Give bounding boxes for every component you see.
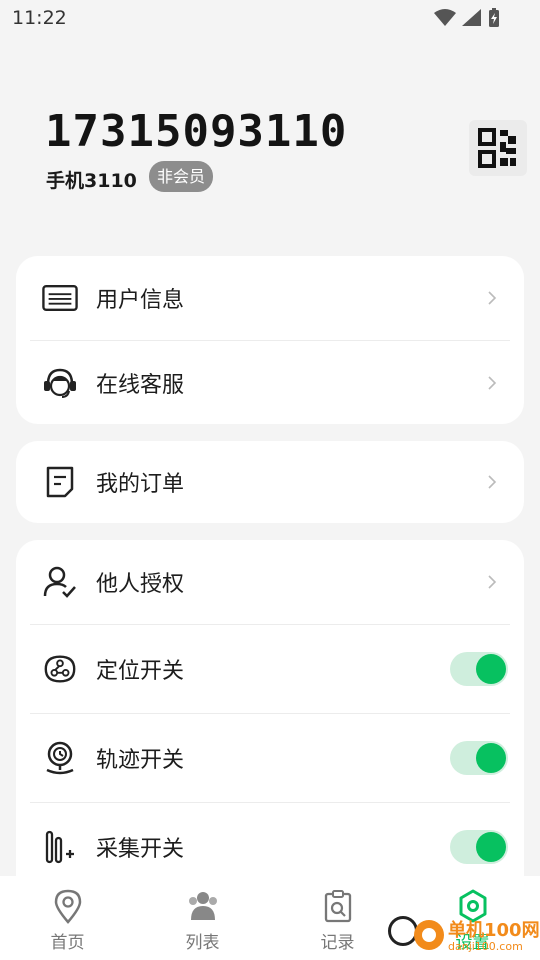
location-pin-icon [50,888,86,924]
watermark-circle [414,920,444,950]
menu-item-location-switch: 定位开关 [16,625,524,713]
profile-header: 17315093110 手机3110 非会员 [0,100,540,210]
menu-item-label: 用户信息 [96,288,185,313]
tab-label: 首页 [50,933,85,953]
chevron-right-icon [488,291,497,305]
qr-code-icon [478,128,516,168]
wifi-icon [434,9,456,26]
collect-toggle[interactable] [450,830,508,864]
id-card-icon [42,280,78,316]
user-check-icon [42,564,78,600]
collect-icon [42,829,78,865]
watermark-url: danji100.com [448,940,523,953]
chevron-right-icon [488,575,497,589]
menu-card-settings: 他人授权 定位开关 轨迹开关 采集开关 [16,540,524,900]
tab-label: 记录 [320,933,355,953]
menu-item-label: 定位开关 [96,659,185,684]
membership-badge: 非会员 [149,161,214,192]
tab-label: 列表 [185,933,220,953]
toggle-knob [476,743,506,773]
menu-item-authorize-others[interactable]: 他人授权 [16,540,524,624]
toggle-knob [476,654,506,684]
signal-icon [462,9,481,26]
tab-records[interactable]: 记录 [270,876,405,960]
menu-item-track-switch: 轨迹开关 [16,714,524,802]
menu-item-user-info[interactable]: 用户信息 [16,256,524,340]
nickname: 手机3110 [46,170,137,192]
chevron-right-icon [488,375,497,390]
tab-list[interactable]: 列表 [135,876,270,960]
menu-item-online-service[interactable]: 在线客服 [16,341,524,424]
menu-item-label: 在线客服 [96,372,185,398]
qr-code-button[interactable] [469,120,527,176]
document-icon [42,464,78,500]
watermark-text: 单机100网 [448,920,540,941]
menu-item-my-orders[interactable]: 我的订单 [16,441,524,523]
track-icon [42,740,78,776]
battery-icon [489,8,499,27]
status-time: 11:22 [12,7,67,29]
location-toggle-icon [42,651,78,687]
menu-card-orders: 我的订单 [16,441,524,523]
status-bar: 11:22 [0,0,540,36]
toggle-knob [476,832,506,862]
track-toggle[interactable] [450,741,508,775]
headset-icon [42,365,78,401]
menu-card-account: 用户信息 在线客服 [16,256,524,424]
menu-item-label: 轨迹开关 [96,748,185,773]
status-icons [434,8,500,28]
menu-item-label: 他人授权 [96,572,185,597]
menu-item-label: 采集开关 [96,837,185,862]
phone-number: 17315093110 [45,106,348,157]
chevron-right-icon [488,475,497,489]
location-toggle[interactable] [450,652,508,686]
clipboard-search-icon [320,888,356,924]
watermark-logo: 单机100网 danji100.com [388,910,540,960]
people-icon [185,888,221,924]
tab-home[interactable]: 首页 [0,876,135,960]
menu-item-label: 我的订单 [96,472,185,497]
